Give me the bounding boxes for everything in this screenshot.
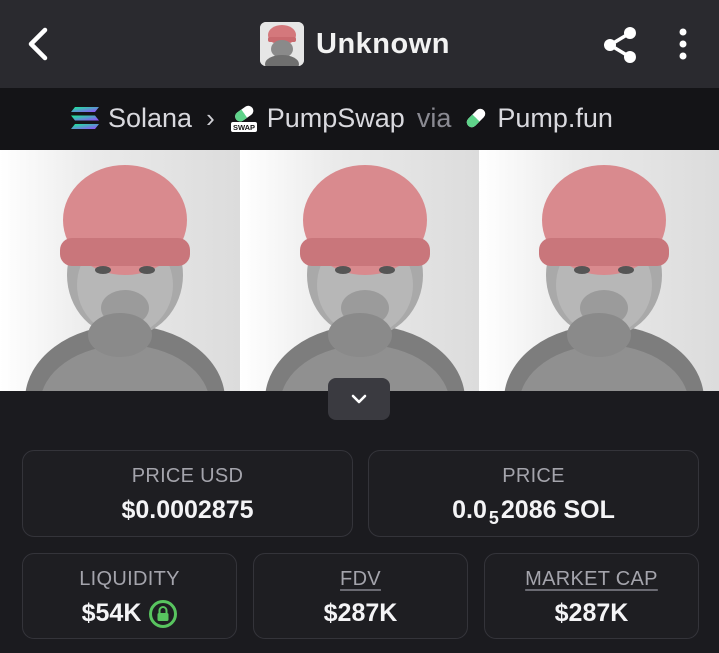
token-title: Unknown: [260, 20, 450, 68]
breadcrumb-via: via: [416, 102, 452, 133]
breadcrumb-chain[interactable]: Solana: [70, 103, 192, 134]
chevron-right-icon: ›: [206, 102, 215, 133]
page-title: Unknown: [316, 27, 450, 60]
more-options-button[interactable]: [668, 24, 698, 66]
breadcrumb: Solana › SWAP PumpSwap via Pump.fun: [0, 88, 719, 150]
fdv-card[interactable]: FDV $287K: [253, 553, 468, 639]
back-button[interactable]: [18, 24, 58, 64]
price-usd-label: PRICE USD: [131, 465, 244, 487]
price-native-value-prefix: 0.0: [452, 496, 487, 524]
share-icon: [604, 27, 636, 63]
banner-image: [479, 150, 719, 391]
market-cap-card[interactable]: MARKET CAP $287K: [484, 553, 699, 639]
market-cap-label[interactable]: MARKET CAP: [485, 568, 698, 591]
vertical-dots-icon: [679, 28, 687, 60]
liquidity-label: LIQUIDITY: [79, 568, 180, 590]
pumpswap-badge-text: SWAP: [233, 123, 255, 132]
breadcrumb-launchpad[interactable]: Pump.fun: [463, 103, 613, 134]
price-usd-card: PRICE USD $0.0002875: [22, 450, 353, 537]
share-button[interactable]: [600, 24, 642, 66]
breadcrumb-dex-label: PumpSwap: [266, 102, 405, 133]
token-banner: [0, 150, 719, 391]
price-native-label: PRICE: [502, 465, 565, 487]
liquidity-lock-icon[interactable]: [149, 599, 178, 628]
price-usd-value: $0.0002875: [121, 496, 254, 524]
banner-image: [0, 150, 240, 391]
liquidity-value: $54K: [81, 599, 142, 627]
expand-banner-button[interactable]: [328, 378, 390, 420]
price-native-value-suffix: 2086 SOL: [500, 496, 615, 524]
price-native-card: PRICE 0.0 5 2086 SOL: [368, 450, 699, 537]
pill-icon: [467, 108, 486, 128]
liquidity-card: LIQUIDITY $54K: [22, 553, 237, 639]
token-avatar: [260, 22, 304, 66]
top-bar: Unknown: [0, 0, 719, 88]
market-cap-value: $287K: [554, 599, 629, 627]
pumpswap-icon: SWAP: [230, 105, 257, 132]
breadcrumb-launchpad-label: Pump.fun: [497, 102, 613, 133]
fdv-value: $287K: [323, 599, 398, 627]
chevron-down-icon: [351, 394, 367, 404]
price-native-value-subscript: 5: [488, 508, 499, 528]
breadcrumb-chain-label: Solana: [108, 102, 193, 133]
breadcrumb-dex[interactable]: SWAP PumpSwap: [229, 103, 405, 134]
solana-icon: [71, 107, 99, 129]
fdv-label[interactable]: FDV: [254, 568, 467, 591]
chevron-left-icon: [28, 27, 48, 61]
banner-image: [239, 150, 480, 391]
